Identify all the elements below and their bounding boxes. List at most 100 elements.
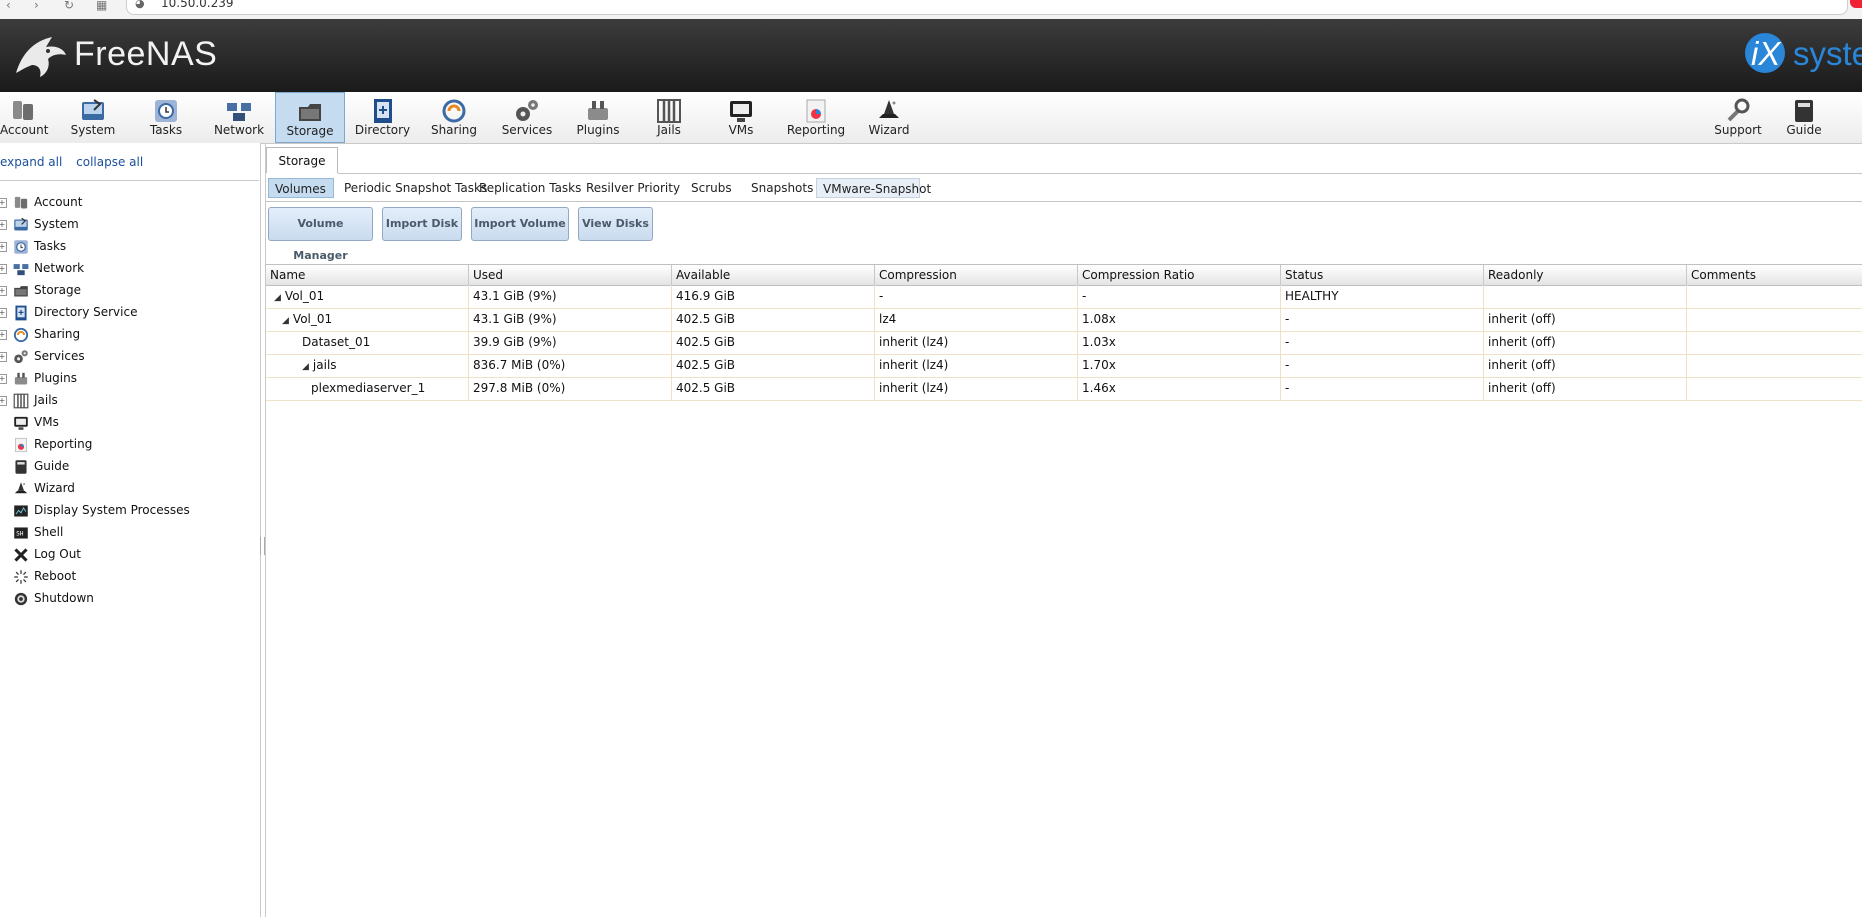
toolbar-label: Sharing xyxy=(430,123,478,137)
subtab-snapshots[interactable]: Snapshots xyxy=(745,178,815,198)
storage-icon xyxy=(13,283,29,298)
toolbar-system-button[interactable]: System xyxy=(60,92,126,143)
tree-item-plugins[interactable]: + Plugins xyxy=(0,369,250,389)
toolbar-directory-button[interactable]: Directory xyxy=(347,92,418,143)
toolbar-vms-button[interactable]: VMs xyxy=(710,92,772,143)
tree-item-tasks[interactable]: + Tasks xyxy=(0,237,250,257)
expand-toggle-icon[interactable]: + xyxy=(0,264,7,274)
volume-manager-button[interactable]: Volume Manager xyxy=(268,207,373,262)
column-header-status[interactable]: Status xyxy=(1281,265,1484,285)
expand-toggle-icon[interactable]: + xyxy=(0,198,7,208)
cell-text: plexmediaserver_1 xyxy=(311,381,426,395)
toolbar-storage-button[interactable]: Storage xyxy=(275,92,345,143)
main-content: Storage Volumes Periodic Snapshot Tasks Re… xyxy=(265,143,1862,917)
address-field[interactable]: ◕ 10.50.0.239 xyxy=(126,0,1848,15)
column-header-compression-ratio[interactable]: Compression Ratio xyxy=(1078,265,1281,285)
tree-item-account[interactable]: + Account xyxy=(0,193,250,213)
support-icon xyxy=(1725,98,1751,124)
site-info-icon[interactable]: ◕ xyxy=(135,0,145,10)
collapse-triangle-icon[interactable]: ◢ xyxy=(274,287,281,310)
tab-storage[interactable]: Storage xyxy=(266,147,338,173)
toolbar-account-button[interactable]: Account xyxy=(0,92,48,143)
expand-toggle-icon[interactable]: + xyxy=(0,374,7,384)
cell-available: 402.5 GiB xyxy=(672,331,875,354)
tree-item-system[interactable]: + System xyxy=(0,215,250,235)
expand-toggle-icon[interactable]: + xyxy=(0,308,7,318)
tasks-icon xyxy=(13,239,29,254)
tree-item-directory-service[interactable]: + Directory Service xyxy=(0,303,250,323)
expand-toggle-icon[interactable]: + xyxy=(0,352,7,362)
main-toolbar: Account System Tasks Network Storage Director… xyxy=(0,92,1862,144)
cell-text: - xyxy=(1285,358,1290,372)
extension-badge-icon[interactable] xyxy=(1850,0,1862,8)
table-row[interactable]: ◢ Vol_01 43.1 GiB (9%) 402.5 GiB lz4 1.08x - in… xyxy=(266,308,1862,332)
column-header-available[interactable]: Available xyxy=(672,265,875,285)
toolbar-tasks-button[interactable]: Tasks xyxy=(134,92,198,143)
table-row[interactable]: Dataset_01 39.9 GiB (9%) 402.5 GiB inherit … xyxy=(266,331,1862,355)
tree-item-label: Display System Processes xyxy=(34,503,190,517)
table-row[interactable]: ◢ Vol_01 43.1 GiB (9%) 416.9 GiB - - HEALTHY xyxy=(266,285,1862,309)
column-header-comments[interactable]: Comments xyxy=(1687,265,1862,285)
tree-item-guide[interactable]: Guide xyxy=(0,457,250,477)
cell-text: inherit (off) xyxy=(1488,335,1556,349)
system-icon xyxy=(80,98,106,124)
column-header-used[interactable]: Used xyxy=(469,265,672,285)
toolbar-plugins-button[interactable]: Plugins xyxy=(566,92,630,143)
collapse-all-link[interactable]: collapse all xyxy=(76,155,143,169)
back-icon[interactable]: ‹ xyxy=(6,0,11,12)
subtab-vmware-snapshot[interactable]: VMware-Snapshot xyxy=(816,178,931,198)
collapse-triangle-icon[interactable]: ◢ xyxy=(302,356,309,379)
expand-all-link[interactable]: expand all xyxy=(0,155,62,169)
apps-icon[interactable]: ▦ xyxy=(96,0,107,12)
import-volume-button[interactable]: Import Volume xyxy=(471,207,569,241)
subtab-periodic-snapshot-tasks[interactable]: Periodic Snapshot Tasks xyxy=(338,178,487,198)
import-disk-button[interactable]: Import Disk xyxy=(382,207,462,241)
tree-item-sharing[interactable]: + Sharing xyxy=(0,325,250,345)
toolbar-reporting-button[interactable]: Reporting xyxy=(780,92,852,143)
expand-toggle-icon[interactable]: + xyxy=(0,330,7,340)
toolbar-services-button[interactable]: Services xyxy=(494,92,560,143)
cell-used: 39.9 GiB (9%) xyxy=(469,331,672,354)
cell-text: jails xyxy=(312,358,337,372)
expand-toggle-icon[interactable]: + xyxy=(0,286,7,296)
collapse-triangle-icon[interactable]: ◢ xyxy=(282,310,289,333)
view-disks-button[interactable]: View Disks xyxy=(578,207,653,241)
tree-item-network[interactable]: + Network xyxy=(0,259,250,279)
toolbar-jails-button[interactable]: Jails xyxy=(636,92,702,143)
tree-item-shutdown[interactable]: Shutdown xyxy=(0,589,250,609)
tree-item-reporting[interactable]: Reporting xyxy=(0,435,250,455)
cell-text: - xyxy=(1285,381,1290,395)
cell-status: - xyxy=(1281,354,1484,377)
expand-toggle-icon[interactable]: + xyxy=(0,220,7,230)
tree-item-display-system-processes[interactable]: Display System Processes xyxy=(0,501,250,521)
forward-icon[interactable]: › xyxy=(34,0,39,12)
table-row[interactable]: plexmediaserver_1 297.8 MiB (0%) 402.5 GiB… xyxy=(266,377,1862,401)
toolbar-sharing-button[interactable]: Sharing xyxy=(424,92,484,143)
tree-item-jails[interactable]: + Jails xyxy=(0,391,250,411)
reload-icon[interactable]: ↻ xyxy=(64,0,74,12)
subtab-replication-tasks[interactable]: Replication Tasks xyxy=(473,178,581,198)
cell-compression: - xyxy=(875,285,1078,308)
column-header-readonly[interactable]: Readonly xyxy=(1484,265,1687,285)
table-row[interactable]: ◢ jails 836.7 MiB (0%) 402.5 GiB inherit (lz… xyxy=(266,354,1862,378)
expand-toggle-icon[interactable]: + xyxy=(0,242,7,252)
tree-item-shell[interactable]: SH Shell xyxy=(0,523,250,543)
subtab-volumes[interactable]: Volumes xyxy=(268,178,334,198)
tree-item-services[interactable]: + Services xyxy=(0,347,250,367)
network-icon xyxy=(226,98,252,124)
toolbar-wizard-button[interactable]: Wizard xyxy=(856,92,922,143)
tree-item-reboot[interactable]: Reboot xyxy=(0,567,250,587)
toolbar-support-button[interactable]: Support xyxy=(1706,92,1770,143)
toolbar-guide-button[interactable]: Guide xyxy=(1776,92,1832,143)
tree-item-log-out[interactable]: Log Out xyxy=(0,545,250,565)
subtab-resilver-priority[interactable]: Resilver Priority xyxy=(580,178,681,198)
expand-toggle-icon[interactable]: + xyxy=(0,396,7,406)
tree-item-vms[interactable]: VMs xyxy=(0,413,250,433)
column-header-compression[interactable]: Compression xyxy=(875,265,1078,285)
column-header-name[interactable]: Name xyxy=(266,265,469,285)
browser-url-bar: ‹ › ↻ ▦ ◕ 10.50.0.239 xyxy=(0,0,1862,20)
tree-item-storage[interactable]: + Storage xyxy=(0,281,250,301)
subtab-scrubs[interactable]: Scrubs xyxy=(685,178,745,198)
toolbar-network-button[interactable]: Network xyxy=(205,92,273,143)
tree-item-wizard[interactable]: Wizard xyxy=(0,479,250,499)
